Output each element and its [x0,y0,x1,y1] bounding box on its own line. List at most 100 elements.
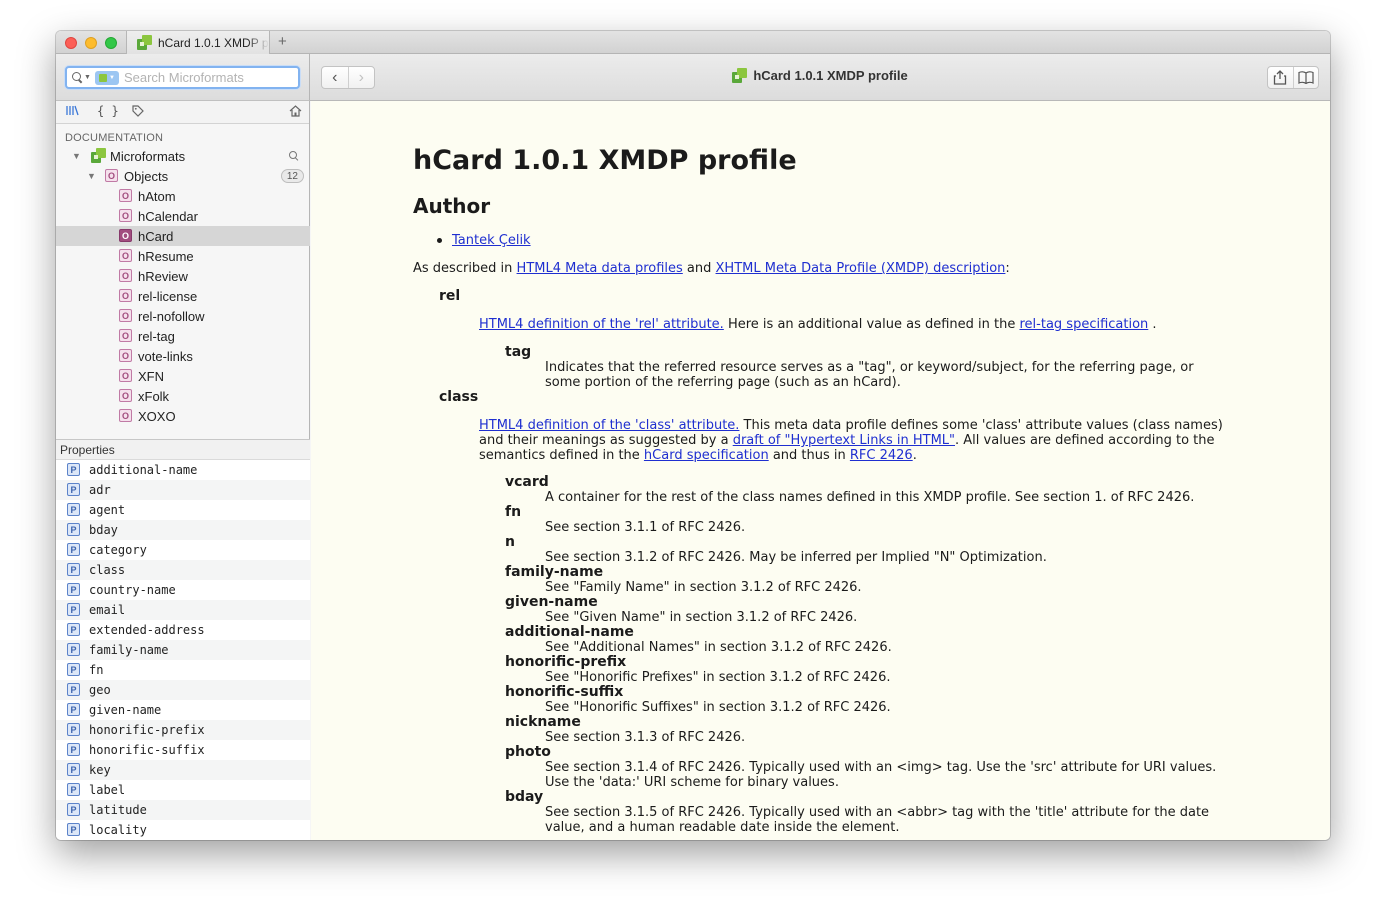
property-item[interactable]: Pgeo [56,680,310,700]
count-badge: 12 [280,169,304,183]
class-value-definition: See section 3.1.4 of RFC 2426. Typically… [545,760,1217,790]
hcard-spec-link[interactable]: hCard specification [644,448,769,463]
tree-item-label: hCard [138,228,174,244]
property-item[interactable]: Padr [56,480,310,500]
property-item[interactable]: Plocality [56,820,310,840]
object-type-icon: O [119,369,132,382]
xmdp-description-link[interactable]: XHTML Meta Data Profile (XMDP) descripti… [716,261,1006,276]
property-item[interactable]: Phonorific-prefix [56,720,310,740]
minimize-window-button[interactable] [85,37,97,49]
property-item[interactable]: Pextended-address [56,620,310,640]
property-item[interactable]: Phonorific-suffix [56,740,310,760]
search-input[interactable] [123,70,294,85]
property-item[interactable]: Pfamily-name [56,640,310,660]
text: and [682,261,716,276]
docset-logo-icon [732,68,748,83]
search-docset-icon[interactable] [289,151,300,162]
code-braces-tab-icon[interactable]: { } [97,104,119,118]
property-item[interactable]: Platitude [56,800,310,820]
class-value-term: nickname [505,714,581,730]
chevron-down-icon[interactable]: ▼ [84,74,91,81]
property-type-icon: P [67,603,80,616]
property-item[interactable]: Plabel [56,780,310,800]
html4-class-link[interactable]: HTML4 definition of the 'class' attribut… [479,418,739,433]
property-label: adr [89,483,111,497]
class-term: class [439,389,479,405]
property-label: locality [89,823,147,837]
property-type-icon: P [67,483,80,496]
tree-item[interactable]: Orel-nofollow [56,306,310,326]
property-label: email [89,603,126,617]
zoom-window-button[interactable] [105,37,117,49]
property-type-icon: P [67,803,80,816]
property-item[interactable]: Pbday [56,520,310,540]
docset-logo-icon [91,148,106,163]
object-type-icon: O [119,269,132,282]
tab-hcard[interactable]: hCard 1.0.1 XMDP profile [126,31,270,54]
html4-meta-profiles-link[interactable]: HTML4 Meta data profiles [517,261,683,276]
class-value-definition: See section 3.1.1 of RFC 2426. [545,520,746,535]
class-value-term: photo [505,744,551,760]
class-definition: HTML4 definition of the 'class' attribut… [479,418,1229,463]
tree-item[interactable]: OhReview [56,266,310,286]
class-value-term: honorific-prefix [505,654,627,670]
class-value-term: fn [505,504,522,520]
tree-item[interactable]: Ovote-links [56,346,310,366]
property-item[interactable]: Pagent [56,500,310,520]
property-item[interactable]: Pfn [56,660,310,680]
close-window-button[interactable] [65,37,77,49]
class-value-definition: See "Honorific Prefixes" in section 3.1.… [545,670,891,685]
property-item[interactable]: Pemail [56,600,310,620]
tree-item[interactable]: O XFN [56,366,310,386]
bookmarks-button[interactable] [1292,67,1318,88]
new-tab-button[interactable]: + [278,33,287,50]
tree-docset-microformats[interactable]: ▼ Microformats [56,146,310,166]
property-type-icon: P [67,683,80,696]
docset-scope-chip[interactable]: ▼ [94,70,119,85]
tree-item-label: hAtom [138,188,176,204]
tree-item[interactable]: Orel-license [56,286,310,306]
property-type-icon: P [67,503,80,516]
share-button[interactable] [1268,67,1293,88]
author-heading: Author [413,194,491,218]
tree-item[interactable]: OhCard [56,226,310,246]
rfc-2426-link[interactable]: RFC 2426 [850,448,913,463]
tree-item[interactable]: OhAtom [56,186,310,206]
class-value-definition: A container for the rest of the class na… [545,490,1195,505]
property-type-icon: P [67,723,80,736]
property-item[interactable]: Pgiven-name [56,700,310,720]
property-type-icon: P [67,523,80,536]
search-field[interactable]: ▼ ▼ [65,66,300,89]
text: : [1005,261,1010,276]
property-item[interactable]: Padditional-name [56,460,310,480]
property-type-icon: P [67,623,80,636]
docset-label: Microformats [110,148,186,164]
html4-rel-link[interactable]: HTML4 definition of the 'rel' attribute. [479,317,724,332]
property-item[interactable]: Pclass [56,560,310,580]
tree-item[interactable]: OhCalendar [56,206,310,226]
property-item[interactable]: Pcountry-name [56,580,310,600]
author-link[interactable]: Tantek Çelik [452,233,531,248]
property-label: label [89,783,126,797]
page-title: hCard 1.0.1 XMDP profile [413,145,797,176]
docset-tree: ▼ Microformats ▼ O Objects 12 OhAtom OhCa… [56,146,310,426]
tree-item[interactable]: OhResume [56,246,310,266]
property-item[interactable]: Pkey [56,760,310,780]
docset-logo-icon [137,35,152,50]
tree-group-objects[interactable]: ▼ O Objects 12 [56,166,310,186]
property-label: category [89,543,147,557]
property-item[interactable]: Pcategory [56,540,310,560]
rel-tag-spec-link[interactable]: rel-tag specification [1020,317,1149,332]
disclosure-triangle-icon[interactable]: ▼ [87,171,96,181]
home-icon[interactable] [289,105,302,120]
tree-item[interactable]: O XOXO [56,406,310,426]
group-label: Objects [124,168,169,184]
tree-item[interactable]: Orel-tag [56,326,310,346]
property-type-icon: P [67,703,80,716]
tag-tab-icon[interactable] [132,105,144,120]
tree-item-label: XOXO [138,408,176,424]
library-tab-icon[interactable] [66,105,79,119]
disclosure-triangle-icon[interactable]: ▼ [72,151,81,161]
hypertext-links-draft-link[interactable]: draft of "Hypertext Links in HTML" [733,433,955,448]
tree-item[interactable]: OxFolk [56,386,310,406]
